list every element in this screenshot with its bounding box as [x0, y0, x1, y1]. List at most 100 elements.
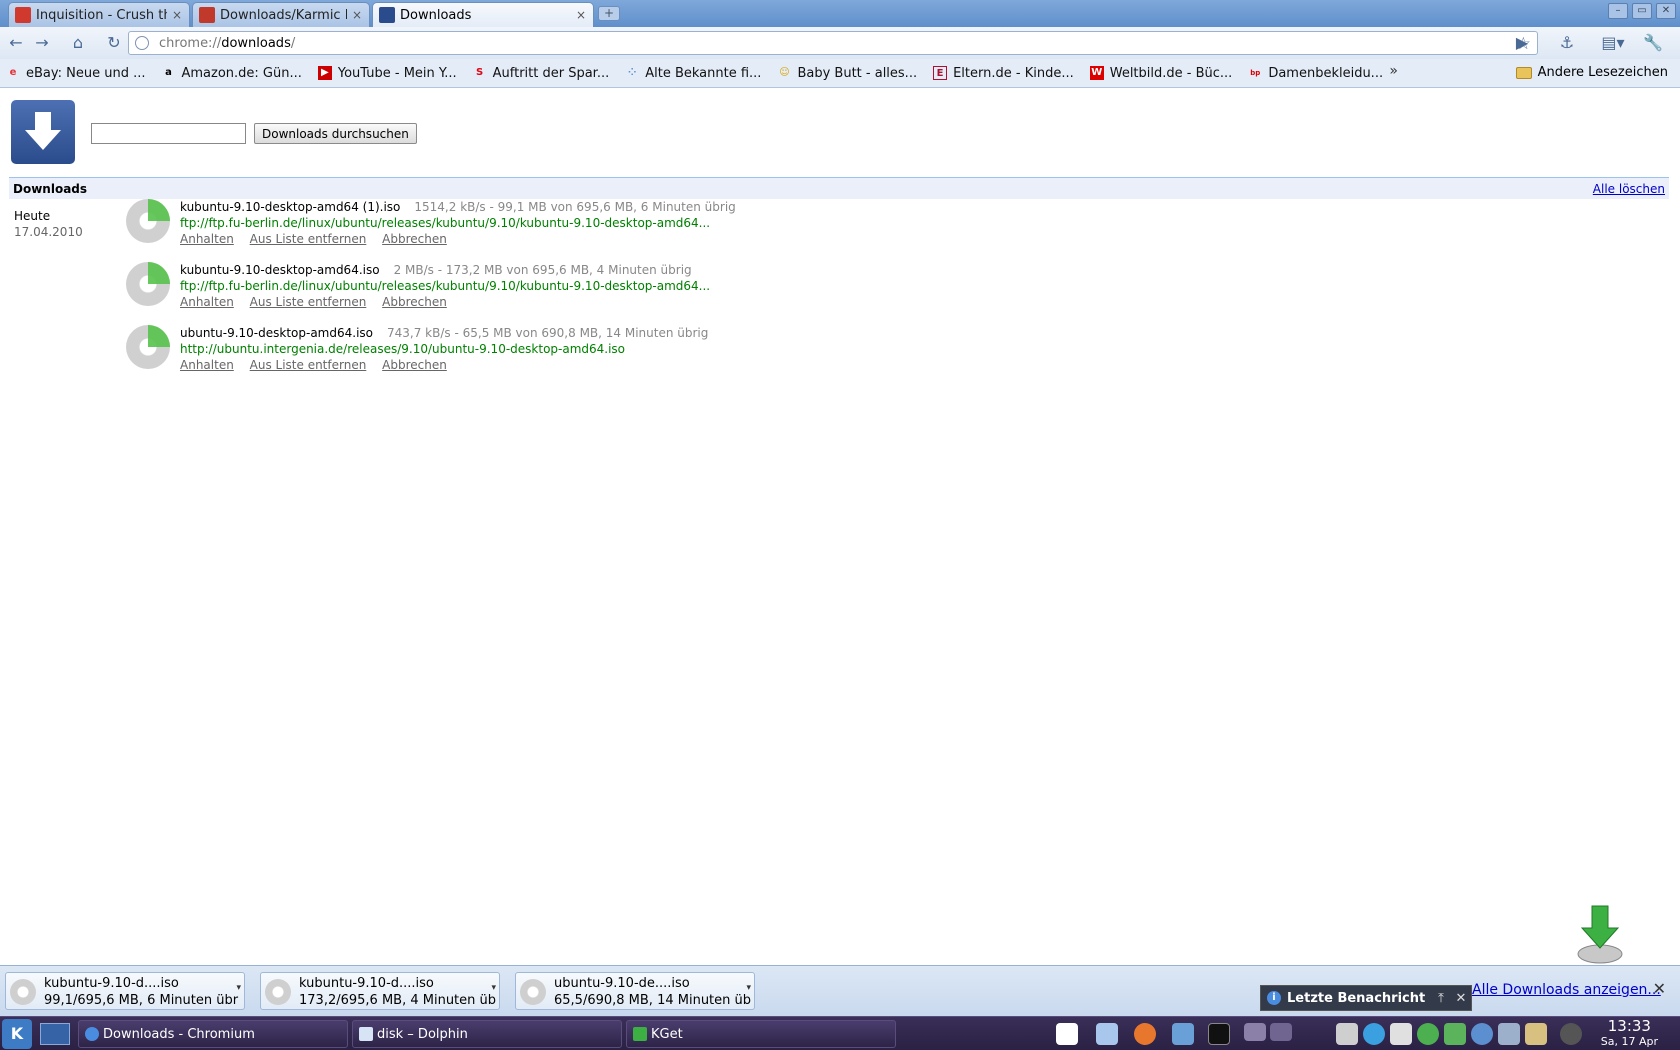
volume-icon[interactable] [1336, 1023, 1358, 1045]
task-dolphin[interactable]: disk – Dolphin [352, 1020, 622, 1048]
page-menu-icon[interactable]: ▤▾ [1598, 32, 1628, 54]
skype-icon[interactable] [1363, 1023, 1385, 1045]
chromium-icon [85, 1027, 99, 1041]
klipper-icon[interactable] [1525, 1023, 1547, 1045]
task-kget[interactable]: KGet [626, 1020, 896, 1048]
info-icon: i [1267, 991, 1281, 1005]
bookmark-eltern[interactable]: E Eltern.de - Kinde... [933, 66, 1074, 81]
reload-button[interactable]: ↻ [102, 32, 126, 54]
bonprix-icon: bp [1250, 69, 1261, 77]
tab-downloads[interactable]: Downloads × [372, 2, 594, 27]
close-tab-icon[interactable]: × [171, 9, 183, 21]
dm-icon[interactable] [1056, 1023, 1078, 1045]
downloads-page: Downloads durchsuchen Downloads Alle lös… [0, 89, 1680, 965]
back-button[interactable]: ← [4, 32, 28, 54]
day-label: Heute [14, 209, 51, 223]
device-icon[interactable] [1498, 1023, 1520, 1045]
close-tab-icon[interactable]: × [575, 9, 587, 21]
extension-icon[interactable]: ⚓ [1555, 32, 1579, 54]
pause-link[interactable]: Anhalten [180, 232, 234, 246]
search-input[interactable] [91, 123, 246, 144]
download-status: 2 MB/s - 173,2 MB von 695,6 MB, 4 Minute… [393, 263, 692, 277]
bookmark-alte-bekannte[interactable]: ⁘ Alte Bekannte fi... [625, 66, 761, 81]
close-tab-icon[interactable]: × [351, 9, 363, 21]
network-icon[interactable] [1417, 1023, 1439, 1045]
download-url[interactable]: ftp://ftp.fu-berlin.de/linux/ubuntu/rele… [180, 279, 820, 293]
download-url[interactable]: ftp://ftp.fu-berlin.de/linux/ubuntu/rele… [180, 216, 820, 230]
cancel-link[interactable]: Abbrechen [382, 295, 447, 309]
youtube-icon: ▶ [317, 66, 332, 80]
cancel-link[interactable]: Abbrechen [382, 232, 447, 246]
pause-link[interactable]: Anhalten [180, 295, 234, 309]
kde-menu-icon[interactable]: K [2, 1019, 32, 1049]
face-icon: ☺ [779, 67, 790, 78]
progress-indicator [148, 199, 170, 221]
other-bookmarks[interactable]: Andere Lesezeichen [1515, 65, 1668, 80]
shelf-download-item[interactable]: ubuntu-9.10-de....iso 65,5/690,8 MB, 14 … [515, 972, 755, 1010]
updates-icon[interactable] [1471, 1023, 1493, 1045]
bookmark-sparkasse[interactable]: S Auftritt der Spar... [473, 66, 609, 81]
show-desktop-icon[interactable] [40, 1023, 70, 1045]
section-title: Downloads [13, 181, 88, 196]
forward-button[interactable]: → [30, 32, 54, 54]
address-bar[interactable]: chrome://downloads / ☆ [128, 31, 1538, 55]
pager-icon[interactable] [1244, 1023, 1266, 1041]
clipboard-icon[interactable] [1390, 1023, 1412, 1045]
globe-icon [135, 36, 149, 50]
more-bookmarks-chevron-icon[interactable]: » [1389, 63, 1398, 79]
close-shelf-icon[interactable]: ✕ [1653, 979, 1666, 998]
shelf-download-item[interactable]: kubuntu-9.10-d....iso 99,1/695,6 MB, 6 M… [5, 972, 245, 1010]
bookmark-ebay[interactable]: e eBay: Neue und ... [6, 66, 146, 81]
folder-icon [1515, 66, 1532, 79]
terminal-icon[interactable] [1208, 1023, 1230, 1045]
pager-icon[interactable] [1270, 1023, 1292, 1041]
tab-karmic[interactable]: Downloads/Karmic Ko... × [192, 2, 370, 27]
play-icon[interactable]: ▶ [1510, 32, 1534, 54]
download-progress-icon [10, 979, 36, 1005]
remove-from-list-link[interactable]: Aus Liste entfernen [250, 295, 367, 309]
tab-inquisition[interactable]: Inquisition - Crush th... × [8, 2, 190, 27]
clock[interactable]: 13:33 Sa, 17 Apr [1601, 1018, 1658, 1049]
remove-from-list-link[interactable]: Aus Liste entfernen [250, 232, 367, 246]
task-chromium[interactable]: Downloads - Chromium [78, 1020, 348, 1048]
downloads-icon [379, 7, 395, 23]
close-window-button[interactable]: ✕ [1656, 3, 1676, 19]
pause-link[interactable]: Anhalten [180, 358, 234, 372]
info-icon[interactable] [1560, 1023, 1582, 1045]
home-button[interactable]: ⌂ [66, 32, 90, 54]
bookmark-baby-butt[interactable]: ☺ Baby Butt - alles... [777, 66, 917, 81]
firefox-icon[interactable] [1134, 1023, 1156, 1045]
chevron-down-icon[interactable]: ▾ [236, 983, 241, 993]
download-url[interactable]: http://ubuntu.intergenia.de/releases/9.1… [180, 342, 820, 356]
minimize-button[interactable]: – [1608, 3, 1628, 19]
url-path: / [290, 35, 296, 51]
remove-from-list-link[interactable]: Aus Liste entfernen [250, 358, 367, 372]
chevron-down-icon[interactable]: ▾ [491, 983, 496, 993]
cancel-link[interactable]: Abbrechen [382, 358, 447, 372]
new-tab-button[interactable]: + [598, 6, 620, 21]
dots-icon: ⁘ [628, 67, 637, 78]
kget-drop-target-icon[interactable] [1576, 904, 1624, 964]
notification-popup[interactable]: i Letzte Benachricht ⤒ ✕ [1260, 985, 1472, 1011]
kget-tray-icon[interactable] [1444, 1023, 1466, 1045]
search-downloads-button[interactable]: Downloads durchsuchen [254, 123, 417, 144]
eltern-icon: E [933, 66, 948, 80]
download-progress-icon [520, 979, 546, 1005]
bookmark-weltbild[interactable]: W Weltbild.de - Büc... [1089, 66, 1232, 81]
pin-icon[interactable]: ⤒ [1431, 991, 1451, 1006]
clear-all-link[interactable]: Alle löschen [1593, 182, 1665, 196]
bookmark-amazon[interactable]: a Amazon.de: Gün... [162, 66, 302, 81]
url-scheme: chrome:// [159, 35, 222, 51]
wrench-icon[interactable]: 🔧 [1638, 32, 1668, 54]
mail-icon[interactable] [1172, 1023, 1194, 1045]
bookmark-damenbekleidung[interactable]: bp Damenbekleidu... [1248, 66, 1383, 81]
show-all-downloads-link[interactable]: Alle Downloads anzeigen... [1472, 982, 1661, 998]
shelf-download-item[interactable]: kubuntu-9.10-d....iso 173,2/695,6 MB, 4 … [260, 972, 500, 1010]
notification-title: Letzte Benachricht [1287, 990, 1426, 1006]
maximize-button[interactable]: ▭ [1632, 3, 1652, 19]
chevron-down-icon[interactable]: ▾ [746, 983, 751, 993]
download-arrow-icon [11, 100, 75, 164]
file-manager-icon[interactable] [1096, 1023, 1118, 1045]
bookmark-youtube[interactable]: ▶ YouTube - Mein Y... [317, 66, 457, 81]
close-icon[interactable]: ✕ [1451, 991, 1471, 1006]
